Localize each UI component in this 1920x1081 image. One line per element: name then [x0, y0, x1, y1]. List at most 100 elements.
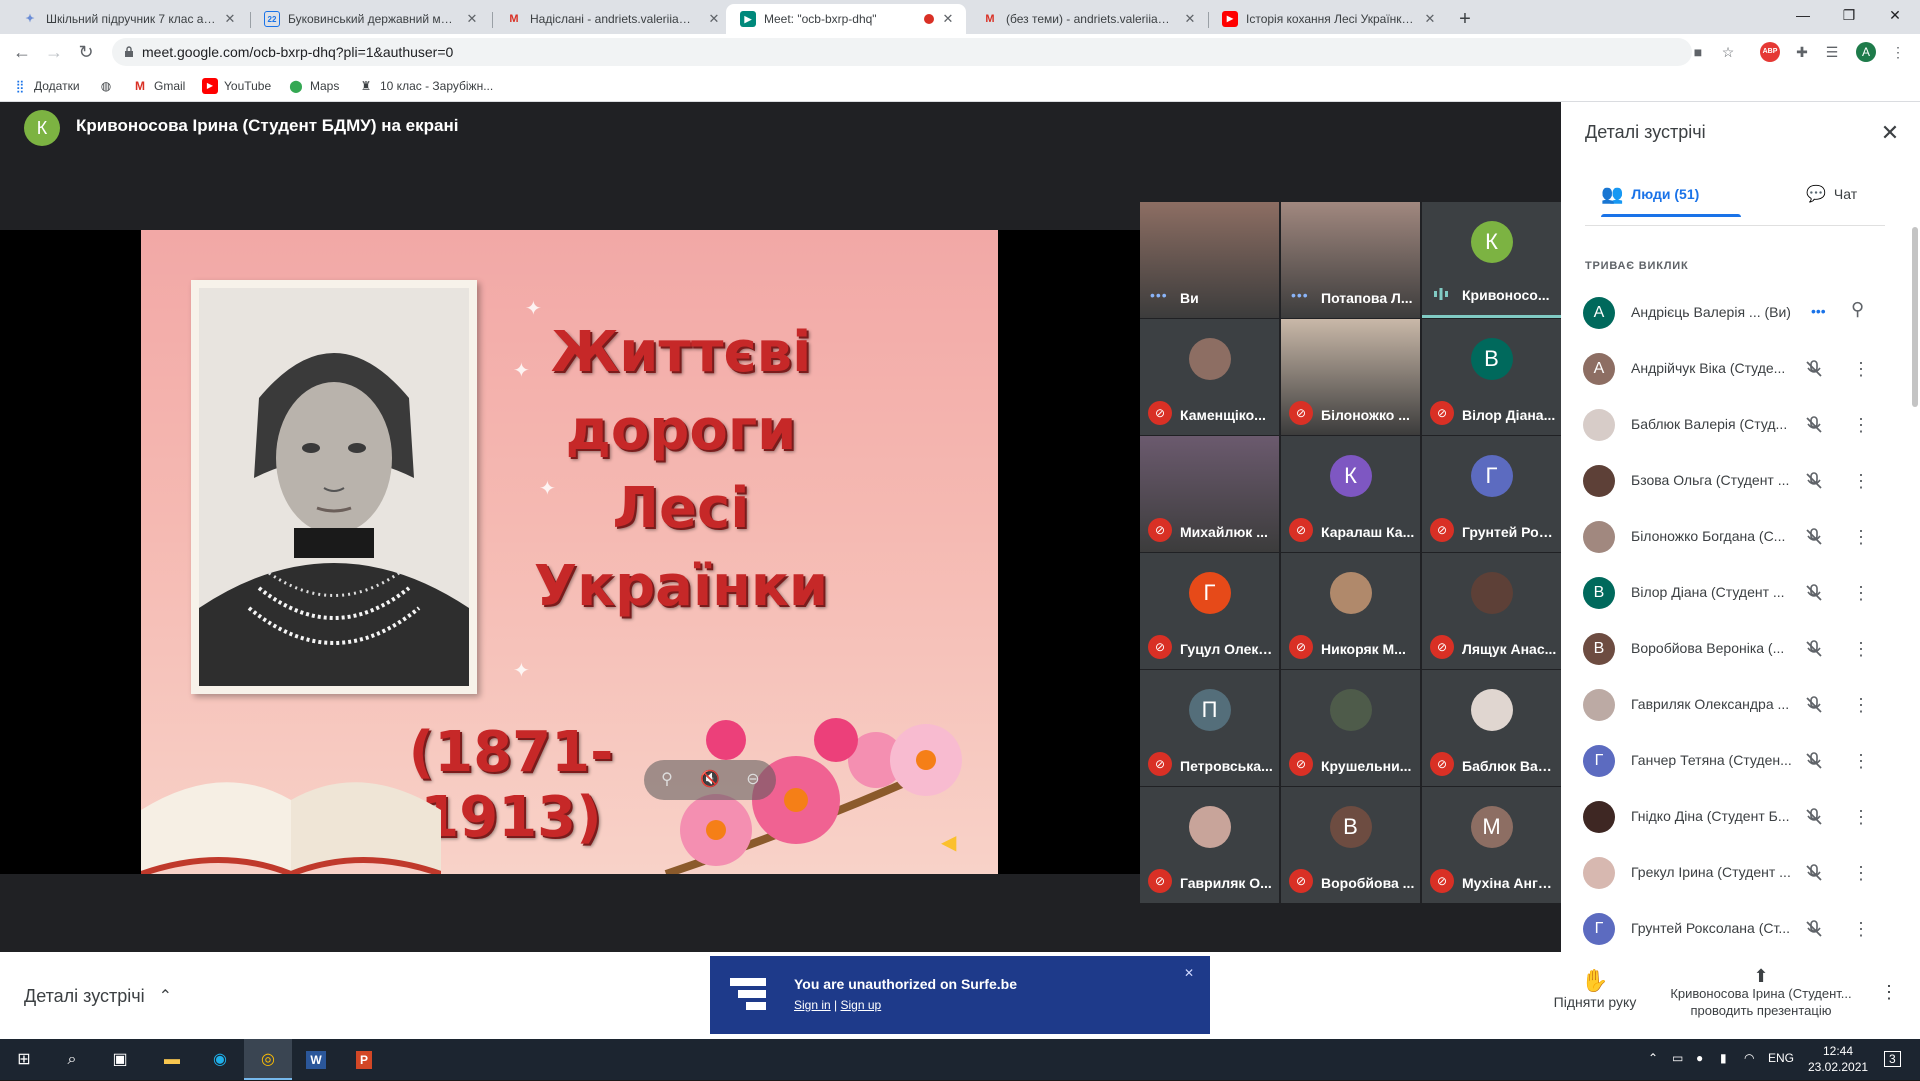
language-indicator[interactable]: ENG [1768, 1051, 1794, 1065]
forward-arrow-icon[interactable]: → [40, 38, 68, 66]
mic-muted-icon[interactable] [1804, 527, 1824, 547]
tray-mic-icon[interactable]: ● [1696, 1051, 1703, 1065]
presenting-status-button[interactable]: ⬆ Кривоносова Ірина (Студент... проводит… [1656, 967, 1866, 1019]
tab-chat[interactable]: 💬 Чат [1806, 172, 1906, 216]
participant-row[interactable]: Баблюк Валерія (Студ... ⋮ [1561, 397, 1920, 453]
bookmark-gmail[interactable]: M Gmail [132, 70, 185, 102]
back-arrow-icon[interactable]: ← [8, 38, 36, 66]
powerpoint-app-icon[interactable]: P [340, 1039, 388, 1080]
more-vert-icon[interactable]: ⋮ [1851, 523, 1871, 551]
more-vert-icon[interactable]: ⋮ [1851, 411, 1871, 439]
participant-tile[interactable]: ⊘ Никоряк М... [1281, 553, 1420, 669]
participant-row[interactable]: Бзова Ольга (Студент ... ⋮ [1561, 453, 1920, 509]
mic-muted-icon[interactable] [1804, 751, 1824, 771]
new-tab-button[interactable]: + [1452, 6, 1478, 32]
task-view-icon[interactable]: ▣ [96, 1039, 144, 1080]
mic-muted-icon[interactable] [1804, 639, 1824, 659]
participant-tile[interactable]: ⊘ Білоножко ... [1281, 319, 1420, 435]
word-app-icon[interactable]: W [292, 1039, 340, 1080]
close-tab-icon[interactable]: ✕ [222, 11, 238, 27]
bookmark-globe[interactable]: ◍ [98, 70, 120, 102]
close-window-button[interactable]: ✕ [1872, 0, 1918, 34]
more-vert-icon[interactable]: ⋮ [1851, 747, 1871, 775]
tray-battery-icon[interactable]: ▮ [1720, 1051, 1727, 1065]
remove-icon[interactable]: ⊖ [742, 769, 764, 791]
participant-tile[interactable]: ⊘ Каменщіко... [1140, 319, 1279, 435]
mic-muted-icon[interactable] [1804, 471, 1824, 491]
participant-tile[interactable]: ⊘ Лящук Анас... [1422, 553, 1561, 669]
close-tab-icon[interactable]: ✕ [1182, 11, 1198, 27]
participant-row[interactable]: А Андрієць Валерія ... (Ви) ••• ⚲ [1561, 285, 1920, 341]
meeting-details-button[interactable]: Деталі зустрічі ⌃ [24, 976, 172, 1016]
minimize-window-button[interactable]: — [1780, 0, 1826, 34]
bookmark-youtube[interactable]: ▶ YouTube [202, 70, 271, 102]
more-vert-icon[interactable]: ⋮ [1851, 915, 1871, 943]
participant-tile[interactable]: ⊘ Баблюк Вал... [1422, 670, 1561, 786]
participant-row[interactable]: Г Ганчер Тетяна (Студен... ⋮ [1561, 733, 1920, 789]
close-tab-icon[interactable]: ✕ [940, 11, 956, 27]
participant-tile[interactable]: В ⊘ Воробйова ... [1281, 787, 1420, 903]
bookmark-apps[interactable]: ⣿ Додатки [12, 70, 80, 102]
mic-muted-icon[interactable] [1804, 359, 1824, 379]
more-vert-icon[interactable]: ⋮ [1851, 691, 1871, 719]
panel-scrollbar[interactable] [1912, 227, 1918, 407]
close-tab-icon[interactable]: ✕ [464, 11, 480, 27]
participant-tile[interactable]: ••• Ви [1140, 202, 1279, 318]
participant-tile[interactable]: Г ⊘ Грунтей Рок... [1422, 436, 1561, 552]
participant-row[interactable]: А Андрійчук Віка (Студе... ⋮ [1561, 341, 1920, 397]
participant-row[interactable]: Грекул Ірина (Студент ... ⋮ [1561, 845, 1920, 901]
participant-tile[interactable]: В ⊘ Вілор Діана... [1422, 319, 1561, 435]
participant-tile[interactable]: К ⊘ Каралаш Ка... [1281, 436, 1420, 552]
raise-hand-button[interactable]: ✋ Підняти руку [1540, 968, 1650, 1010]
bookmark-maps[interactable]: ⬤ Maps [288, 70, 339, 102]
participant-row[interactable]: В Воробйова Вероніка (... ⋮ [1561, 621, 1920, 677]
more-vert-icon[interactable]: ⋮ [1851, 355, 1871, 383]
extensions-puzzle-icon[interactable]: ✚ [1792, 42, 1812, 62]
chrome-browser-icon[interactable]: ◎ [244, 1039, 292, 1080]
more-vert-icon[interactable]: ⋮ [1851, 635, 1871, 663]
browser-tab[interactable]: ▶ Історія кохання Лесі Українки д ✕ [1208, 4, 1448, 34]
mic-muted-icon[interactable] [1804, 919, 1824, 939]
mute-audio-icon[interactable]: 🔇 [699, 769, 721, 791]
sign-up-link[interactable]: Sign up [841, 998, 882, 1012]
presentation-screen[interactable]: Життєві дороги Лесі Українки (1871-1913)… [0, 230, 1140, 874]
more-vert-icon[interactable]: ⋮ [1851, 467, 1871, 495]
sign-in-link[interactable]: Sign in [794, 998, 831, 1012]
camera-blocked-icon[interactable]: ■ [1688, 42, 1708, 62]
pin-icon[interactable]: ⚲ [656, 769, 678, 791]
maximize-window-button[interactable]: ❐ [1826, 0, 1872, 34]
mic-muted-icon[interactable] [1804, 415, 1824, 435]
more-options-icon[interactable]: ⋮ [1880, 982, 1898, 1003]
tab-people[interactable]: 👥 Люди (51) [1601, 172, 1741, 216]
close-tab-icon[interactable]: ✕ [1422, 11, 1438, 27]
browser-tab[interactable]: M Надіслані - andriets.valeriia@bsr ✕ [492, 4, 732, 34]
close-notification-icon[interactable]: ✕ [1184, 966, 1194, 980]
participant-tile[interactable]: ⊘ Крушельни... [1281, 670, 1420, 786]
system-clock[interactable]: 12:44 23.02.2021 [1808, 1043, 1868, 1075]
bookmark-star-icon[interactable]: ☆ [1718, 42, 1738, 62]
participant-tile[interactable]: ••• Потапова Л... [1281, 202, 1420, 318]
tray-wifi-icon[interactable]: ◠ [1744, 1051, 1754, 1065]
windows-start-icon[interactable]: ⊞ [0, 1039, 48, 1080]
participant-tile[interactable]: ⊘ Гавриляк О... [1140, 787, 1279, 903]
mic-muted-icon[interactable] [1804, 583, 1824, 603]
participant-row[interactable]: Гнідко Діна (Студент Б... ⋮ [1561, 789, 1920, 845]
browser-menu-icon[interactable]: ⋮ [1888, 42, 1908, 62]
adblock-icon[interactable]: ABP [1760, 42, 1780, 62]
mic-muted-icon[interactable] [1804, 863, 1824, 883]
browser-tab-active[interactable]: ▶ Meet: "ocb-bxrp-dhq" ✕ [726, 4, 966, 34]
pin-icon[interactable]: ⚲ [1851, 299, 1864, 320]
browser-tab[interactable]: M (без теми) - andriets.valeriia@bs ✕ [968, 4, 1208, 34]
bookmark-zarub[interactable]: ♜ 10 клас - Зарубіжн... [358, 70, 494, 102]
mic-muted-icon[interactable] [1804, 695, 1824, 715]
file-explorer-icon[interactable]: ▬ [148, 1039, 196, 1080]
close-tab-icon[interactable]: ✕ [706, 11, 722, 27]
participant-tile[interactable]: М ⊘ Мухіна Анге... [1422, 787, 1561, 903]
participant-row[interactable]: В Вілор Діана (Студент ... ⋮ [1561, 565, 1920, 621]
participant-tile[interactable]: К Кривоносо... [1422, 202, 1561, 318]
tray-up-arrow-icon[interactable]: ⌃ [1648, 1051, 1658, 1065]
participant-tile[interactable]: Г ⊘ Гуцул Олекс... [1140, 553, 1279, 669]
reload-icon[interactable]: ↻ [72, 38, 100, 66]
participant-row[interactable]: Г Грунтей Роксолана (Ст... ⋮ [1561, 901, 1920, 957]
address-bar[interactable]: meet.google.com/ocb-bxrp-dhq?pli=1&authu… [112, 38, 1692, 66]
